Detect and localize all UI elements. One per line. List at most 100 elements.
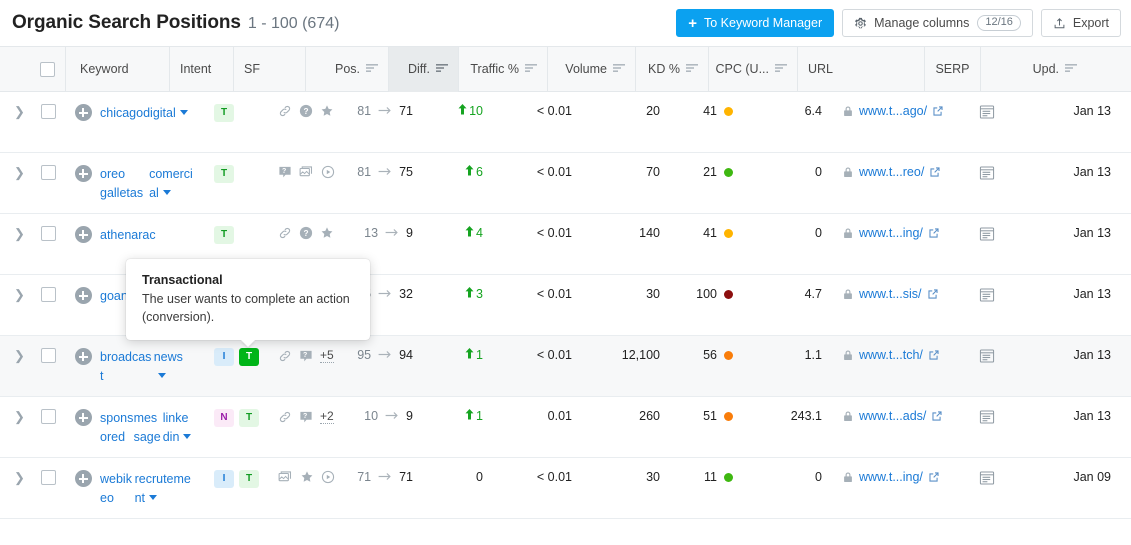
row-expand-cell[interactable]: ❯ [0,275,28,335]
serp-cell[interactable] [959,214,1015,274]
chevron-right-icon[interactable]: ❯ [14,226,25,242]
keyword-link[interactable]: linkedin [163,409,194,447]
intent-badge-T[interactable]: T [239,409,259,427]
image-icon[interactable] [299,165,314,179]
sf-more-link[interactable]: +2 [320,409,334,424]
to-keyword-manager-button[interactable]: + To Keyword Manager [676,9,835,37]
keyword-link[interactable]: chicago [100,104,143,123]
url-link[interactable]: www.t...ing/ [859,470,923,484]
th-pos[interactable]: Pos. [306,46,389,92]
chevron-right-icon[interactable]: ❯ [14,165,25,181]
add-to-keyword-manager-icon[interactable] [74,287,92,304]
table-row[interactable]: ❯ broadcast news I T? +5 95 94 1 < 0.01 12,100 56 1.… [0,336,1131,397]
external-link-icon[interactable] [928,227,940,239]
chevron-down-icon[interactable] [149,495,158,500]
external-link-icon[interactable] [931,410,943,422]
table-row[interactable]: ❯ oreo galletas comercial T? 81 75 6 < 0.01 70 21… [0,153,1131,214]
row-select-cell[interactable] [28,153,66,213]
export-button[interactable]: Export [1040,9,1121,37]
url-link[interactable]: www.t...ads/ [859,409,926,423]
row-expand-cell[interactable]: ❯ [0,153,28,213]
chevron-down-icon[interactable] [179,110,188,115]
star-icon[interactable] [320,104,334,118]
row-add-cell[interactable] [66,153,100,213]
serp-preview-icon[interactable] [979,165,995,181]
add-to-keyword-manager-icon[interactable] [74,104,92,121]
faq-icon[interactable]: ? [278,165,292,179]
th-kd[interactable]: KD % [636,46,709,92]
table-row[interactable]: ❯ chicago digital T? 81 71 10 < 0.01 20 41 6.4 www.… [0,92,1131,153]
row-add-cell[interactable] [66,458,100,518]
add-to-keyword-manager-icon[interactable] [74,165,92,182]
row-select-cell[interactable] [28,275,66,335]
th-traffic[interactable]: Traffic % [459,46,548,92]
th-intent[interactable]: Intent [170,46,234,92]
th-keyword[interactable]: Keyword [66,46,170,92]
star-icon[interactable] [320,226,334,240]
chevron-down-icon[interactable] [162,190,171,195]
th-cpc[interactable]: CPC (U... [709,46,798,92]
th-sf[interactable]: SF [234,46,306,92]
table-row[interactable]: ❯ webikeo recrutement I T 71 71 0 < 0.01 30 11 0 www… [0,458,1131,519]
row-select-cell[interactable] [28,397,66,457]
manage-columns-button[interactable]: Manage columns 12/16 [842,9,1033,37]
row-checkbox[interactable] [40,104,56,119]
chevron-down-icon[interactable] [183,434,192,439]
row-select-cell[interactable] [28,458,66,518]
chevron-right-icon[interactable]: ❯ [14,470,25,486]
keyword-link[interactable]: recrutement [135,470,194,508]
url-link[interactable]: www.t...sis/ [859,287,922,301]
th-url[interactable]: URL [798,46,925,92]
row-checkbox[interactable] [40,165,56,180]
row-expand-cell[interactable]: ❯ [0,336,28,396]
serp-cell[interactable] [959,397,1015,457]
row-expand-cell[interactable]: ❯ [0,397,28,457]
question-circle-icon[interactable]: ? [299,104,313,118]
serp-preview-icon[interactable] [979,409,995,425]
row-checkbox[interactable] [40,226,56,241]
serp-preview-icon[interactable] [979,226,995,242]
row-expand-cell[interactable]: ❯ [0,214,28,274]
url-link[interactable]: www.t...ing/ [859,226,923,240]
row-add-cell[interactable] [66,336,100,396]
intent-badge-T[interactable]: T [214,104,234,122]
keyword-link[interactable]: broadcast [100,348,154,386]
star-icon[interactable] [300,470,314,484]
url-link[interactable]: www.t...ago/ [859,104,927,118]
th-upd[interactable]: Upd. [981,47,1087,92]
th-select-all[interactable] [28,46,66,92]
serp-preview-icon[interactable] [979,470,995,486]
serp-cell[interactable] [959,275,1015,335]
url-link[interactable]: www.t...tch/ [859,348,923,362]
intent-badge-N[interactable]: N [214,409,234,427]
external-link-icon[interactable] [928,471,940,483]
keyword-link[interactable]: athena [100,226,138,245]
row-checkbox[interactable] [40,348,56,363]
select-all-checkbox[interactable] [40,61,55,77]
row-expand-cell[interactable]: ❯ [0,458,28,518]
chevron-down-icon[interactable] [157,373,166,378]
row-add-cell[interactable] [66,214,100,274]
intent-badge-T[interactable]: T [214,165,234,183]
link-icon[interactable] [278,226,292,240]
serp-cell[interactable] [959,458,1015,518]
keyword-link[interactable]: oreo galletas [100,165,149,203]
row-checkbox[interactable] [40,409,56,424]
serp-cell[interactable] [959,92,1015,152]
external-link-icon[interactable] [932,105,944,117]
url-link[interactable]: www.t...reo/ [859,165,924,179]
table-row[interactable]: ❯ sponsored message linkedin N T? +2 10 9 1 0.01 26… [0,397,1131,458]
row-checkbox[interactable] [40,287,56,302]
serp-preview-icon[interactable] [979,287,995,303]
th-serp[interactable]: SERP [925,46,981,92]
row-add-cell[interactable] [66,92,100,152]
chevron-right-icon[interactable]: ❯ [14,287,25,303]
intent-badge-T[interactable]: T [239,470,259,488]
serp-cell[interactable] [959,336,1015,396]
add-to-keyword-manager-icon[interactable] [74,348,92,365]
external-link-icon[interactable] [929,166,941,178]
link-icon[interactable] [278,349,292,363]
serp-cell[interactable] [959,153,1015,213]
link-icon[interactable] [278,410,292,424]
row-checkbox[interactable] [40,470,56,485]
